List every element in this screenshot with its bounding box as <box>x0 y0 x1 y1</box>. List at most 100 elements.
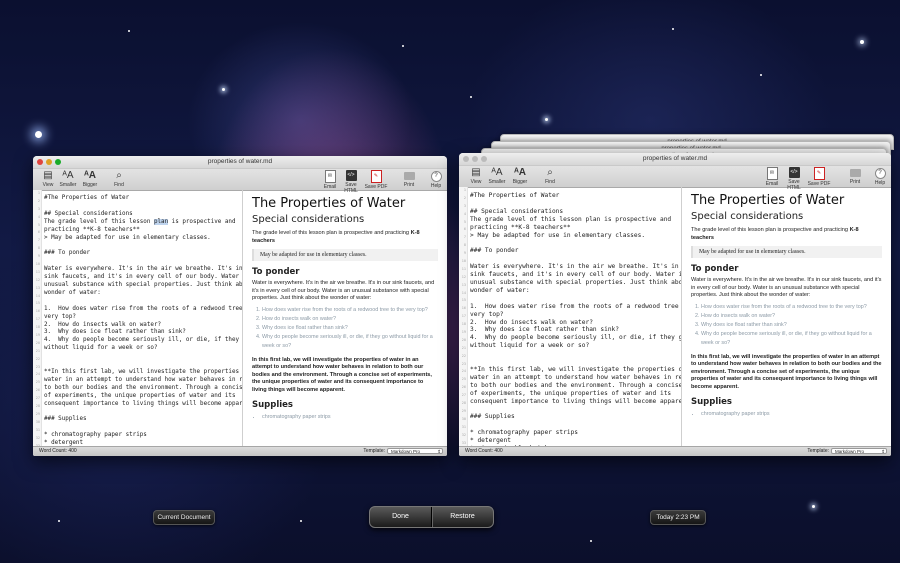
editor-line: water in an attempt to understand how wa… <box>470 373 682 381</box>
preview-question-list: How does water rise from the roots of a … <box>252 306 438 351</box>
template-label: Template: <box>807 448 829 454</box>
editor-line: * chromatography paper strips <box>470 429 579 437</box>
window-title: properties of water.md <box>207 158 273 165</box>
current-document-window[interactable]: properties of water.md ▤ View ᴬA Smaller ᴬ… <box>33 156 447 456</box>
line-number: 16 <box>461 306 466 311</box>
bigger-button[interactable]: ᴬA Bigger <box>507 167 533 185</box>
find-button[interactable]: ⌕ Find <box>537 167 563 185</box>
preview-blockquote: May be adapted for use in elementary cla… <box>252 249 438 261</box>
restore-button[interactable]: Restore <box>431 507 493 527</box>
editor-line: sink faucets, and it's in every cell of … <box>44 274 243 281</box>
version-timestamp: Today 2:23 PM <box>650 510 706 525</box>
toolbar: ▤ View ᴬA Smaller ᴬA Bigger ⌕ Find ✉ Email </… <box>33 169 447 194</box>
editor-line: sink faucets, and it's in every cell of … <box>470 271 682 279</box>
editor-line: ### To ponder <box>44 250 91 257</box>
editor-line: very top? <box>470 310 504 318</box>
line-number: 15 <box>461 298 466 303</box>
bigger-text-icon: ᴬA <box>83 170 97 181</box>
editor-line: very top? <box>44 313 76 320</box>
line-number-gutter: 1 2 3 4 5 6 7 8 9 10 11 12 13 14 15 16 17 18 19 20 21 22 23 24 2… <box>33 190 42 447</box>
line-number: 7 <box>463 235 466 240</box>
help-button[interactable]: ? Help <box>423 170 447 189</box>
line-number: 8 <box>37 246 40 251</box>
bigger-button[interactable]: ᴬA Bigger <box>77 170 103 188</box>
save-pdf-button[interactable]: ✎ Save PDF <box>363 170 389 190</box>
email-icon: ✉ <box>324 170 336 183</box>
title-bar[interactable]: properties of water.md <box>33 156 447 169</box>
editor-line: practicing **K-8 teachers** <box>44 226 140 233</box>
line-number: 20 <box>461 337 466 342</box>
line-number: 11 <box>461 266 466 271</box>
help-button[interactable]: ? Help <box>867 167 891 186</box>
print-button[interactable]: Print <box>842 167 868 185</box>
close-button[interactable] <box>37 159 43 165</box>
word-count: Word Count: 400 <box>39 448 77 454</box>
preview-supplies-list: chromatography paper strips <box>252 413 438 421</box>
preview-intro: The grade level of this lesson plan is p… <box>691 227 859 241</box>
list-item: How does water rise from the roots of a … <box>701 303 882 312</box>
editor-line: wonder of water: <box>44 289 101 296</box>
title-bar[interactable]: properties of water.md <box>459 153 891 166</box>
editor-line: unusual substance with special propertie… <box>470 278 682 286</box>
line-number: 18 <box>35 325 40 330</box>
line-number: 12 <box>35 277 40 282</box>
preview-blockquote: May be adapted for use in elementary cla… <box>691 246 882 258</box>
done-button[interactable]: Done <box>370 507 431 527</box>
line-number: 1 <box>37 191 40 195</box>
save-pdf-button[interactable]: ✎ Save PDF <box>806 167 832 187</box>
print-button[interactable]: Print <box>396 170 422 188</box>
line-number: 11 <box>35 269 40 274</box>
line-number: 6 <box>37 230 40 235</box>
line-number: 22 <box>35 356 40 361</box>
markdown-editor[interactable]: 1 2 3 4 5 6 7 8 9 10 11 12 13 14 15 16 17 18 19 20 21 22 23 24 2… <box>33 190 243 447</box>
window-title: properties of water.md <box>642 155 708 162</box>
html-icon: </> <box>345 170 357 181</box>
preview-heading-ponder: To ponder <box>252 267 300 277</box>
line-number: 4 <box>463 211 466 216</box>
line-number: 31 <box>461 424 466 429</box>
line-number: 3 <box>37 206 40 211</box>
line-number: 23 <box>461 361 466 366</box>
list-item: chromatography paper strips <box>701 410 882 418</box>
editor-line: Water is everywhere. It's in the air we … <box>44 266 243 273</box>
line-number: 7 <box>37 238 40 243</box>
html-icon: </> <box>788 167 800 178</box>
editor-line: of experiments, the unique properties of… <box>470 389 672 397</box>
line-number: 15 <box>35 301 40 306</box>
editor-line: 2. How do insects walk on water? <box>470 318 593 326</box>
editor-line: > May be adapted for use in elementary c… <box>44 234 211 241</box>
line-number: 22 <box>461 353 466 358</box>
editor-line: 3. Why does ice float rather than sink? <box>470 326 620 334</box>
line-number-gutter: 1 2 3 4 5 6 7 8 9 10 11 12 13 14 15 16 17 18 19 20 21 22 23 24 2… <box>459 187 468 447</box>
line-number: 8 <box>463 243 466 248</box>
markdown-source[interactable]: #The Properties of Water ## Special cons… <box>44 195 243 447</box>
printer-icon <box>403 172 415 180</box>
template-select[interactable]: Markdown Pro <box>831 448 887 455</box>
line-number: 14 <box>35 293 40 298</box>
minimize-button <box>472 156 478 162</box>
editor-line: wonder of water: <box>470 286 530 294</box>
markdown-editor[interactable]: 1 2 3 4 5 6 7 8 9 10 11 12 13 14 15 16 17 18 19 20 21 22 23 24 2… <box>459 187 682 447</box>
line-number: 19 <box>35 333 40 338</box>
template-label: Template: <box>363 448 385 454</box>
status-bar: Word Count: 400 Template: Markdown Pro <box>33 446 447 456</box>
line-number: 24 <box>35 372 40 377</box>
template-select[interactable]: Markdown Pro <box>387 448 443 455</box>
preview-heading-supplies: Supplies <box>691 397 732 407</box>
zoom-button[interactable] <box>55 159 61 165</box>
line-number: 31 <box>35 427 40 432</box>
line-number: 20 <box>35 340 40 345</box>
find-button[interactable]: ⌕ Find <box>106 170 132 188</box>
preview-title: The Properties of Water <box>691 193 845 208</box>
help-icon: ? <box>874 168 886 179</box>
markdown-source[interactable]: #The Properties of Water ## Special cons… <box>470 192 682 447</box>
version-window[interactable]: properties of water.md ▤ View ᴬA Smaller ᴬ… <box>459 153 891 456</box>
editor-line: ### Supplies <box>470 413 515 421</box>
minimize-button[interactable] <box>46 159 52 165</box>
